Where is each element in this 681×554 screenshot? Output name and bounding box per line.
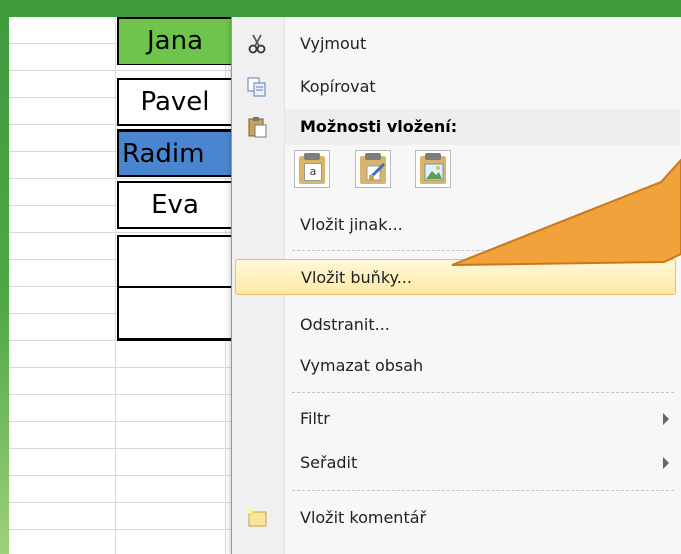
callout-shape — [451, 158, 681, 266]
callout-pointer — [451, 158, 681, 266]
